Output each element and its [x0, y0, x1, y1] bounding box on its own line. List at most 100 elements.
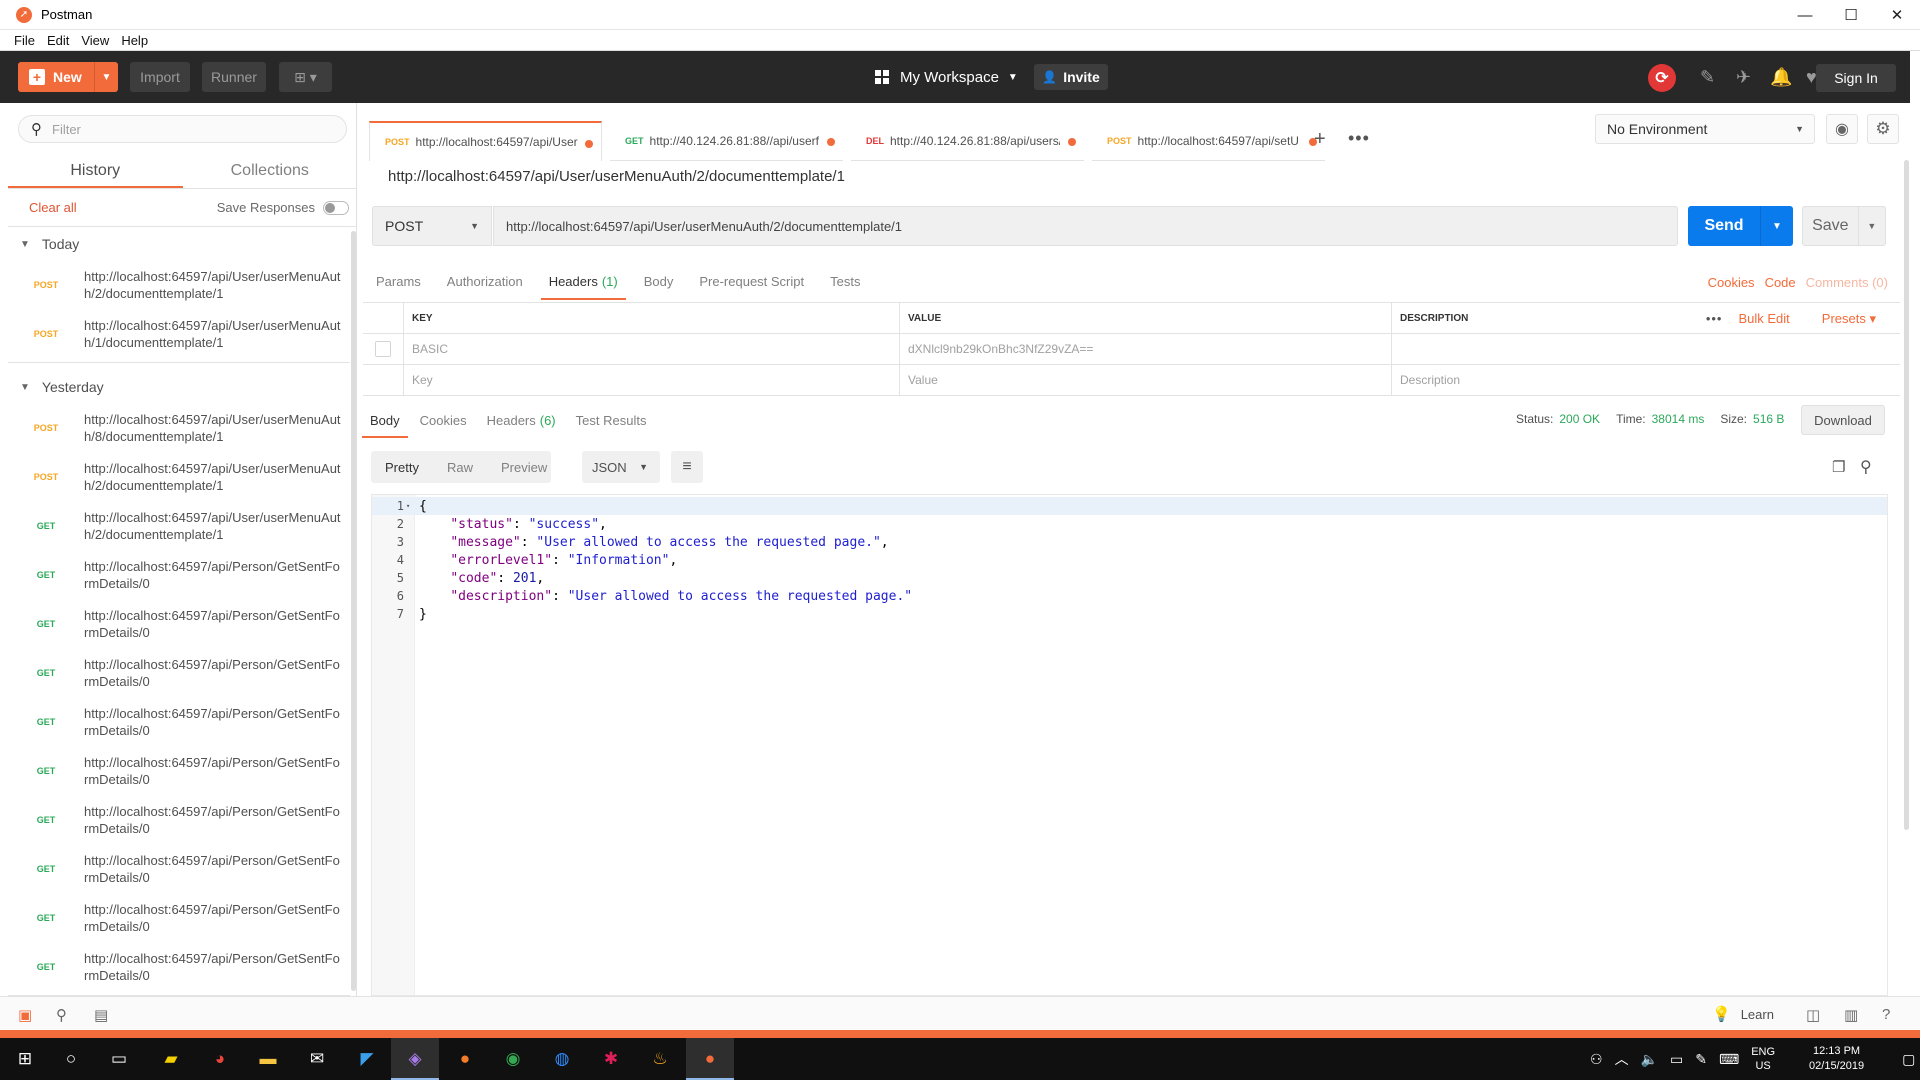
save-responses-toggle[interactable]	[323, 200, 349, 215]
list-item[interactable]: POST http://localhost:64597/api/User/user…	[8, 260, 350, 309]
copy-icon[interactable]: ❐	[1832, 458, 1845, 476]
new-window-button[interactable]: ⊞ ▾	[279, 62, 332, 92]
menu-edit[interactable]: Edit	[47, 33, 69, 48]
cookies-link[interactable]: Cookies	[1708, 275, 1755, 290]
wrench-icon[interactable]: ✈	[1736, 67, 1751, 88]
workspace-selector[interactable]: My Workspace ▼	[875, 64, 1018, 90]
learn-button[interactable]: 💡 Learn	[1712, 1005, 1774, 1023]
new-value-input[interactable]: Value	[900, 365, 1392, 395]
add-tab-icon[interactable]: +	[1314, 128, 1326, 151]
history-group-1[interactable]: ▼ Yesterday	[8, 371, 350, 403]
request-tab-1[interactable]: GET http://40.124.26.81:88//api/userf	[610, 121, 843, 161]
network-icon[interactable]: ▭	[1670, 1051, 1683, 1068]
bootcamp-icon[interactable]: ▥	[1844, 1006, 1858, 1024]
save-dropdown-caret[interactable]: ▼	[1857, 207, 1885, 245]
tab-history[interactable]: History	[8, 155, 183, 188]
new-description-input[interactable]: Description	[1392, 365, 1900, 395]
list-item[interactable]: GET http://localhost:64597/api/User/userM…	[8, 501, 350, 550]
people-icon[interactable]: ⚇	[1590, 1051, 1603, 1068]
search-icon[interactable]: ⚲	[1860, 457, 1872, 477]
toggle-sidebar-icon[interactable]: ▣	[18, 1006, 32, 1024]
fold-icon[interactable]: ▾	[406, 502, 415, 510]
volume-icon[interactable]: 🔈	[1641, 1051, 1658, 1068]
environment-select[interactable]: No Environment ▼	[1595, 114, 1815, 144]
help-icon[interactable]: ?	[1882, 1006, 1890, 1023]
list-item[interactable]: GET http://localhost:64597/api/Person/Get…	[8, 746, 350, 795]
satellite-icon[interactable]: ✎	[1700, 67, 1715, 88]
download-button[interactable]: Download	[1801, 405, 1885, 435]
header-description-cell[interactable]	[1392, 334, 1900, 364]
two-pane-icon[interactable]: ◫	[1806, 1006, 1820, 1024]
code-link[interactable]: Code	[1765, 275, 1796, 290]
header-value-cell[interactable]: dXNlcl9nb29kOnBhc3NfZ29vZA==	[900, 334, 1392, 364]
new-dropdown-caret[interactable]: ▼	[94, 62, 118, 92]
slack-icon[interactable]: ✱	[598, 1046, 624, 1072]
mail-icon[interactable]: ✉	[304, 1046, 330, 1072]
runner-button[interactable]: Runner	[202, 62, 266, 92]
menu-file[interactable]: File	[14, 33, 35, 48]
list-item[interactable]: GET http://localhost:64597/api/Person/Get…	[8, 599, 350, 648]
list-item[interactable]: GET http://localhost:64597/api/Person/Get…	[8, 697, 350, 746]
input-language[interactable]: ENG US	[1751, 1045, 1787, 1073]
send-dropdown-caret[interactable]: ▼	[1760, 206, 1793, 246]
row-checkbox[interactable]	[375, 341, 391, 357]
response-tab-test-results[interactable]: Test Results	[568, 406, 655, 438]
response-tab-headers[interactable]: Headers (6)	[479, 406, 564, 438]
method-select[interactable]: POST ▼	[372, 206, 492, 246]
menu-help[interactable]: Help	[121, 33, 148, 48]
tab-authorization[interactable]: Authorization	[439, 268, 531, 300]
sync-icon[interactable]: ⟳	[1648, 64, 1676, 92]
clear-all-link[interactable]: Clear all	[29, 200, 77, 215]
comments-link[interactable]: Comments (0)	[1806, 275, 1888, 290]
status-value[interactable]: 200 OK	[1559, 412, 1600, 426]
tab-tests[interactable]: Tests	[822, 268, 868, 300]
list-item[interactable]: POST http://localhost:64597/api/User/user…	[8, 403, 350, 452]
sign-in-button[interactable]: Sign In	[1816, 64, 1896, 92]
header-key-cell[interactable]: BASIC	[404, 334, 900, 364]
tab-body[interactable]: Body	[636, 268, 682, 300]
notifications-icon[interactable]: ▢	[1902, 1051, 1915, 1068]
menu-view[interactable]: View	[81, 33, 109, 48]
sticky-notes-icon[interactable]: ▰	[158, 1046, 184, 1072]
response-tab-body[interactable]: Body	[362, 406, 408, 438]
tab-pre-request-script[interactable]: Pre-request Script	[691, 268, 812, 300]
cortana-icon[interactable]: ○	[58, 1046, 84, 1072]
file-explorer-icon[interactable]: ▬	[255, 1046, 281, 1072]
url-input[interactable]: http://localhost:64597/api/User/userMenu…	[493, 206, 1678, 246]
format-select[interactable]: JSON ▼	[582, 451, 660, 483]
list-item[interactable]: POST http://localhost:64597/api/User/user…	[8, 452, 350, 501]
history-group-0[interactable]: ▼ Today	[8, 228, 350, 260]
vscode-icon[interactable]: ◤	[354, 1046, 380, 1072]
request-tab-0[interactable]: POST http://localhost:64597/api/User	[369, 121, 602, 161]
task-view-icon[interactable]: ▭	[106, 1046, 132, 1072]
request-title[interactable]: http://localhost:64597/api/User/userMenu…	[388, 168, 845, 185]
sidebar-scrollbar[interactable]	[351, 231, 356, 991]
minimize-button[interactable]: —	[1782, 0, 1828, 30]
clock[interactable]: 12:13 PM 02/15/2019	[1809, 1044, 1876, 1074]
manage-environments-button[interactable]: ⚙	[1867, 114, 1899, 144]
find-replace-icon[interactable]: ⚲	[56, 1006, 67, 1024]
list-item[interactable]: GET http://localhost:64597/api/Person/Get…	[8, 550, 350, 599]
wrap-lines-button[interactable]: ≡	[671, 451, 703, 483]
more-tabs-icon[interactable]: •••	[1348, 128, 1370, 149]
visual-studio-icon[interactable]: ◈	[402, 1046, 428, 1072]
size-value[interactable]: 516 B	[1753, 412, 1784, 426]
bell-icon[interactable]: 🔔	[1770, 67, 1792, 88]
list-item[interactable]: GET http://localhost:64597/api/Person/Get…	[8, 844, 350, 893]
response-tab-cookies[interactable]: Cookies	[412, 406, 475, 438]
list-item[interactable]: GET http://localhost:64597/api/Person/Get…	[8, 942, 350, 991]
app-icon[interactable]: ◕	[207, 1046, 233, 1072]
environment-quick-look-button[interactable]: ◉	[1826, 114, 1858, 144]
time-value[interactable]: 38014 ms	[1652, 412, 1705, 426]
more-options-icon[interactable]: •••	[1706, 311, 1723, 326]
save-button[interactable]: Save ▼	[1802, 206, 1886, 246]
tab-headers[interactable]: Headers (1)	[540, 268, 626, 300]
response-body-editor[interactable]: 1 ▾{2 "status": "success", 3 "message": "U…	[371, 494, 1888, 996]
pen-icon[interactable]: ✎	[1695, 1051, 1707, 1068]
request-tab-2[interactable]: DEL http://40.124.26.81:88/api/users/	[851, 121, 1084, 161]
new-key-input[interactable]: Key	[404, 365, 900, 395]
list-item[interactable]: POST http://localhost:64597/api/User/user…	[8, 309, 350, 358]
invite-button[interactable]: 👤 Invite	[1034, 64, 1108, 90]
windows-start-icon[interactable]: ⊞	[12, 1046, 38, 1072]
new-button[interactable]: + New ▼	[18, 62, 118, 92]
